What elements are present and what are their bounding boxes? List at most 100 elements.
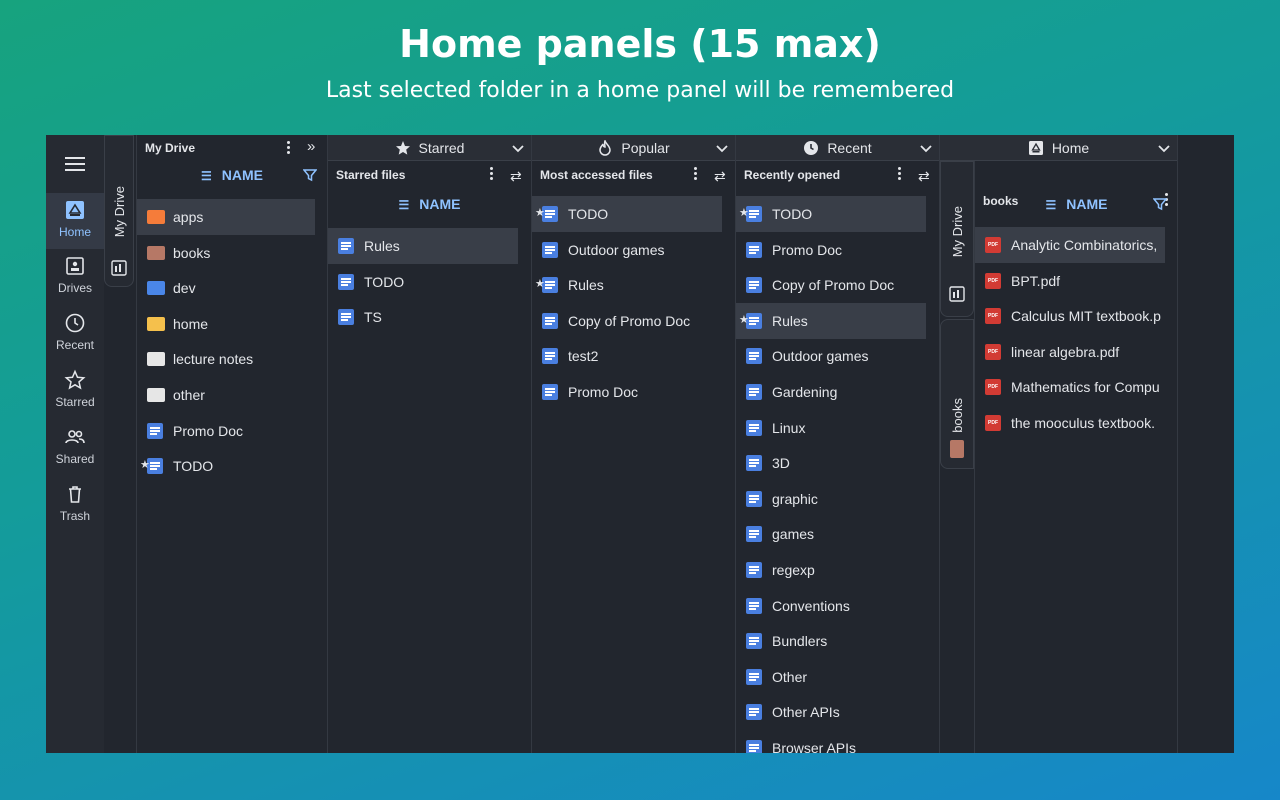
starred-icon: ★ — [535, 278, 545, 291]
side-tab-my-drive[interactable]: My Drive — [104, 135, 134, 287]
pdf-icon: PDF — [985, 272, 1001, 289]
starred-icon: ★ — [140, 459, 150, 472]
doc-icon — [147, 422, 163, 439]
list-item[interactable]: ★ TODO — [137, 448, 315, 484]
fire-icon — [599, 140, 612, 156]
list-item[interactable]: ★ TODO — [736, 196, 926, 232]
rail-item-starred[interactable]: Starred — [46, 363, 104, 419]
list-item[interactable]: PDF Calculus MIT textbook.p — [975, 298, 1165, 334]
more-icon[interactable] — [694, 167, 698, 183]
panel-header[interactable]: Home — [940, 135, 1177, 161]
rail-item-shared[interactable]: Shared — [46, 420, 104, 476]
folder-icon — [147, 388, 165, 402]
swap-icon[interactable]: ⇄ — [918, 168, 930, 185]
expand-icon[interactable]: » — [307, 138, 315, 155]
pdf-icon: PDF — [985, 237, 1001, 253]
list-item[interactable]: games — [736, 516, 926, 552]
list-item[interactable]: ★ Rules — [736, 302, 926, 339]
list-item[interactable]: Outdoor games — [736, 338, 926, 374]
list-item[interactable]: Conventions — [736, 588, 926, 624]
starred-icon: ★ — [739, 313, 749, 326]
list-item[interactable]: dev — [137, 270, 315, 306]
list-item[interactable]: Copy of Promo Doc — [736, 267, 926, 303]
file-name: Outdoor games — [568, 241, 665, 258]
list-item[interactable]: Gardening — [736, 374, 926, 410]
file-name: apps — [173, 209, 204, 225]
chevron-down-icon[interactable] — [1157, 141, 1171, 155]
list-item[interactable]: home — [137, 306, 315, 342]
more-icon[interactable] — [287, 141, 291, 157]
list-item[interactable]: apps — [137, 199, 315, 235]
list-item[interactable]: Rules — [328, 228, 518, 264]
list-item[interactable]: PDF the mooculus textbook. — [975, 405, 1165, 441]
rail-item-drives[interactable]: Drives — [46, 249, 104, 305]
list-item[interactable]: graphic — [736, 481, 926, 517]
file-name: test2 — [568, 348, 599, 365]
list-item[interactable]: TS — [328, 299, 518, 335]
filter-icon[interactable] — [1153, 197, 1167, 211]
list-item[interactable]: Other APIs — [736, 694, 926, 730]
column-header-name[interactable]: ☰ NAME — [975, 196, 1178, 212]
list-item[interactable]: PDF linear algebra.pdf — [975, 334, 1165, 370]
list-item[interactable]: PDF Mathematics for Compu — [975, 369, 1165, 405]
file-name: TODO — [173, 458, 214, 475]
rail-item-trash[interactable]: Trash — [46, 477, 104, 533]
chevron-down-icon[interactable] — [511, 141, 525, 155]
list-item[interactable]: PDF Analytic Combinatorics, — [975, 227, 1165, 263]
file-name: regexp — [772, 562, 815, 578]
file-name: linear algebra.pdf — [1011, 343, 1120, 360]
file-name: TODO — [364, 273, 405, 290]
list-item[interactable]: ★ TODO — [532, 196, 722, 232]
list-item[interactable]: ★ Rules — [532, 267, 722, 303]
file-name: Copy of Promo Doc — [772, 277, 895, 294]
pdf-icon: PDF — [985, 308, 1001, 325]
panel-header[interactable]: Recent — [736, 135, 939, 161]
doc-icon — [746, 633, 762, 650]
side-tab-books[interactable]: books — [940, 319, 974, 469]
rail-item-home[interactable]: Home — [46, 193, 104, 249]
list-item[interactable]: Promo Doc — [736, 232, 926, 268]
list-item[interactable]: Promo Doc — [137, 413, 315, 449]
list-item[interactable]: Bundlers — [736, 623, 926, 659]
panel-recent: Recent Recently opened ⇄ ★ TODO Promo Doc C… — [736, 135, 940, 753]
folder-icon — [147, 245, 165, 260]
more-icon[interactable] — [898, 167, 902, 183]
list-item[interactable]: books — [137, 235, 315, 271]
doc-icon — [542, 348, 558, 365]
file-name: lecture notes — [173, 351, 254, 368]
more-icon[interactable] — [490, 167, 494, 183]
list-item[interactable]: Other — [736, 659, 926, 695]
file-name: books — [173, 244, 211, 261]
list-item[interactable]: lecture notes — [137, 341, 315, 377]
list-item[interactable]: Promo Doc — [532, 374, 722, 410]
list-item[interactable]: Linux — [736, 410, 926, 446]
list-item[interactable]: Copy of Promo Doc — [532, 303, 722, 339]
rail-item-recent[interactable]: Recent — [46, 306, 104, 362]
list-item[interactable]: regexp — [736, 552, 926, 588]
panel-header[interactable]: Popular — [532, 135, 735, 161]
column-header-name[interactable]: ☰ NAME — [328, 196, 531, 212]
folder-icon — [147, 281, 165, 296]
menu-icon[interactable] — [65, 157, 85, 171]
swap-icon[interactable]: ⇄ — [714, 168, 726, 185]
panel-header[interactable]: Starred — [328, 135, 531, 161]
file-name: Outdoor games — [772, 348, 869, 365]
star-icon — [64, 369, 86, 390]
filter-icon[interactable] — [303, 168, 317, 182]
doc-icon — [746, 419, 762, 436]
chevron-down-icon[interactable] — [919, 141, 933, 155]
list-item[interactable]: PDF BPT.pdf — [975, 263, 1165, 299]
hero-subtitle: Last selected folder in a home panel wil… — [325, 78, 955, 103]
swap-icon[interactable]: ⇄ — [510, 168, 522, 185]
file-name: games — [772, 526, 815, 543]
list-item[interactable]: Browser APIs — [736, 730, 926, 753]
chevron-down-icon[interactable] — [715, 141, 729, 155]
list-item[interactable]: 3D — [736, 445, 926, 481]
side-tab-my-drive[interactable]: My Drive — [940, 161, 974, 317]
list-item[interactable]: other — [137, 377, 315, 413]
list-item[interactable]: TODO — [328, 264, 518, 300]
list-item[interactable]: Outdoor games — [532, 232, 722, 268]
list-item[interactable]: test2 — [532, 338, 722, 374]
trash-icon — [69, 486, 81, 503]
column-header-name[interactable]: ☰ NAME — [137, 167, 327, 183]
